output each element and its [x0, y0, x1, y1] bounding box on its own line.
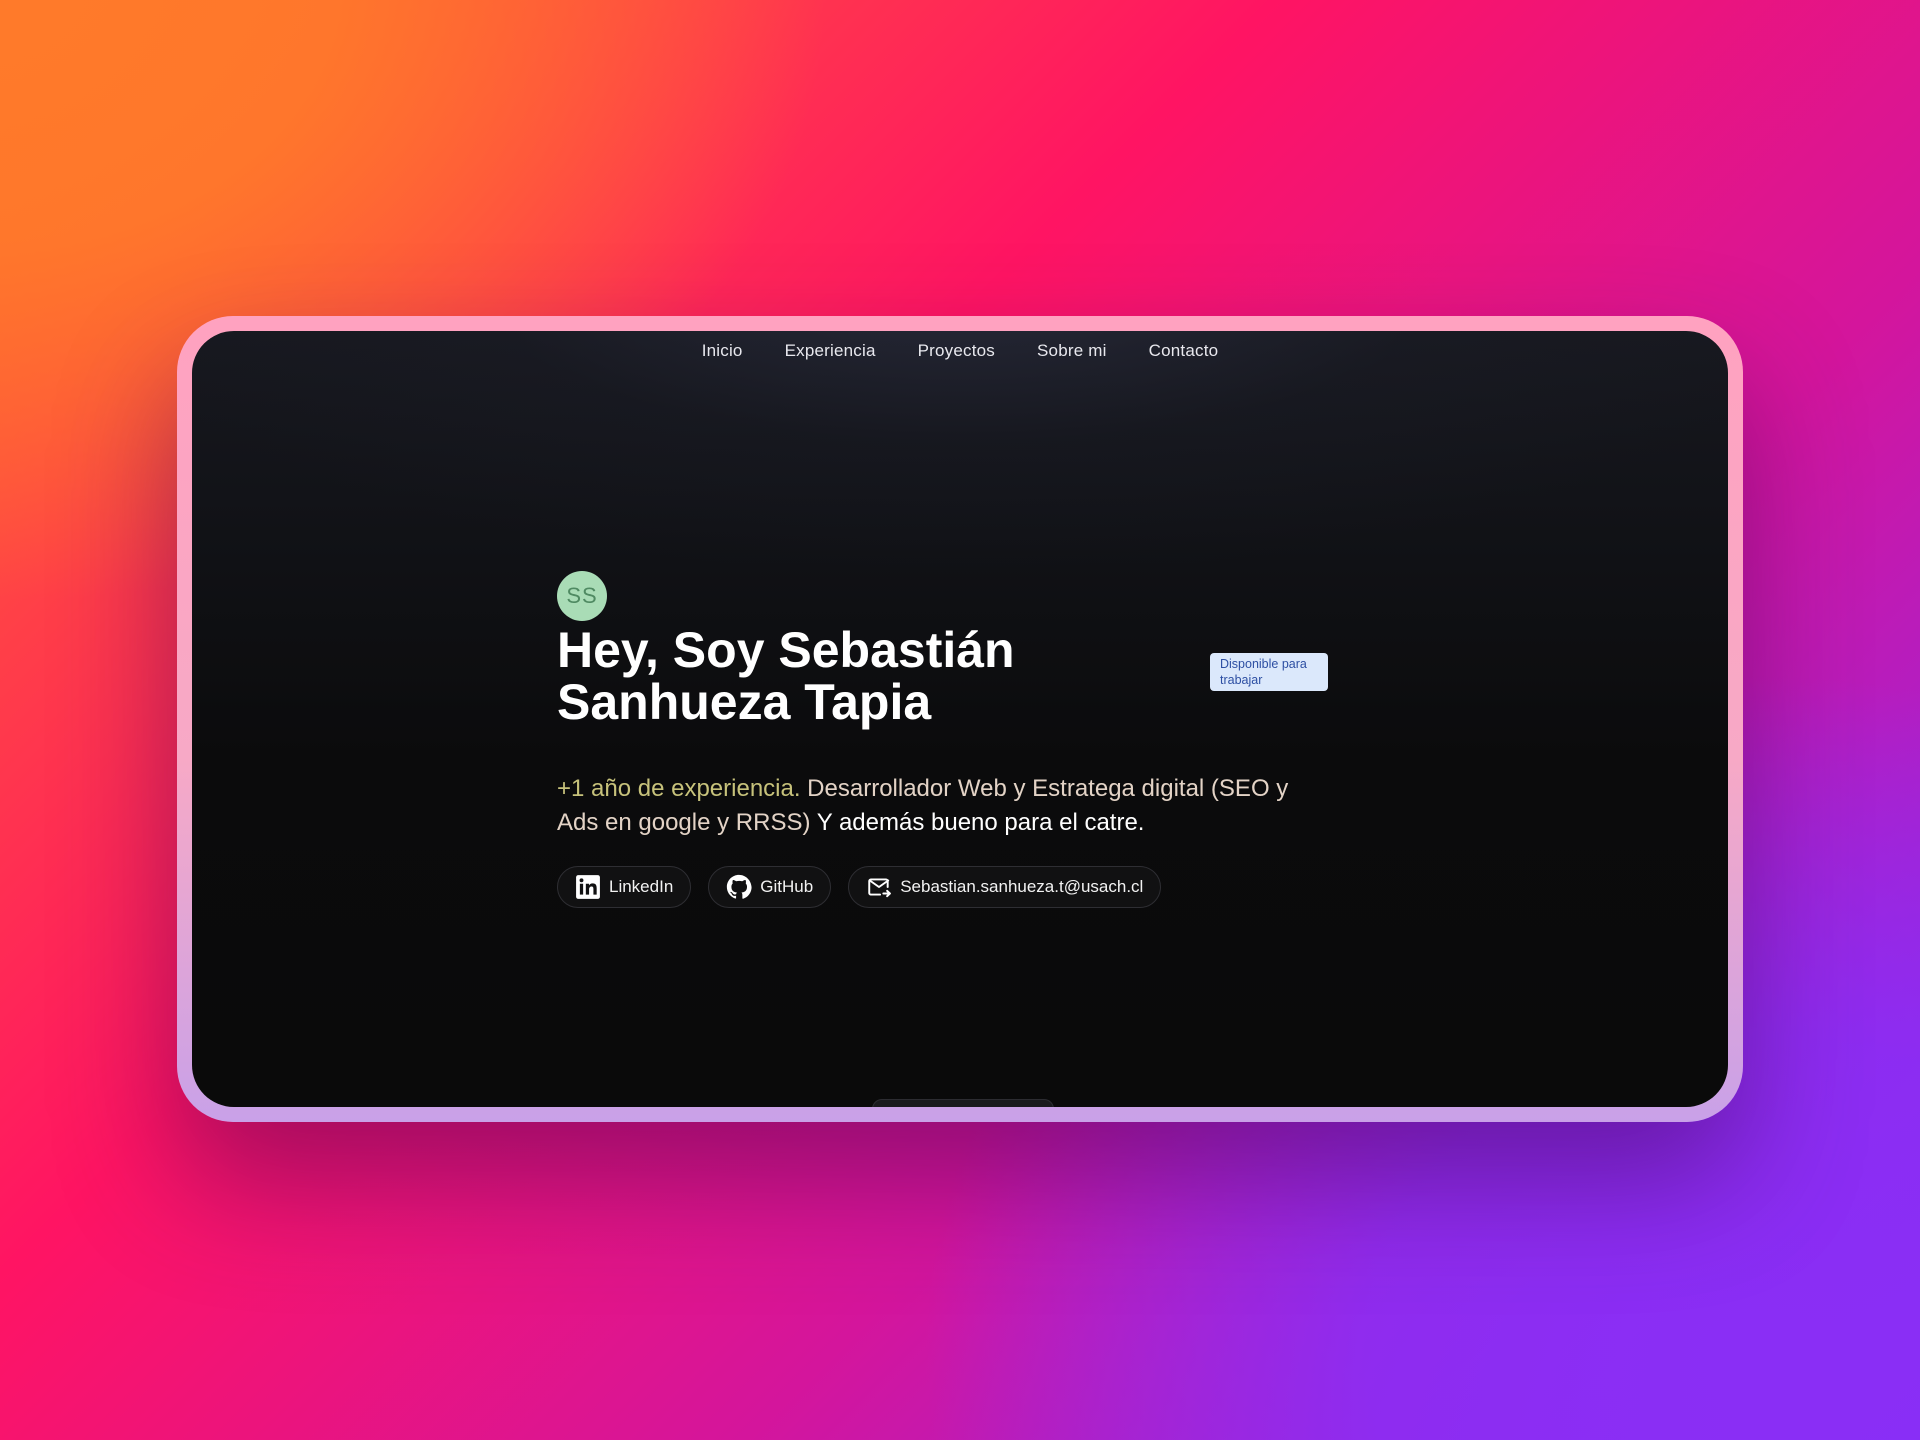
avatar: SS [557, 571, 607, 621]
nav-inicio[interactable]: Inicio [702, 341, 743, 361]
bottom-dock-tab[interactable] [872, 1099, 1054, 1107]
email-button[interactable]: Sebastian.sanhueza.t@usach.cl [848, 866, 1162, 908]
top-navigation: Inicio Experiencia Proyectos Sobre mi Co… [192, 341, 1728, 361]
github-button[interactable]: GitHub [708, 866, 832, 908]
github-icon [726, 874, 752, 900]
linkedin-icon [575, 874, 601, 900]
mail-icon [866, 874, 892, 900]
availability-badge: Disponible para trabajar [1210, 653, 1328, 691]
email-label: Sebastian.sanhueza.t@usach.cl [900, 877, 1144, 896]
nav-sobre-mi[interactable]: Sobre mi [1037, 341, 1107, 361]
linkedin-label: LinkedIn [609, 877, 674, 896]
page-title: Hey, Soy Sebastián Sanhueza Tapia [557, 622, 1015, 730]
nav-experiencia[interactable]: Experiencia [785, 341, 876, 361]
extra-description: Y además bueno para el catre. [810, 809, 1145, 836]
hero-section: SS Hey, Soy Sebastián Sanhueza Tapia Dis… [557, 571, 1377, 908]
website-screen: Inicio Experiencia Proyectos Sobre mi Co… [192, 331, 1728, 1107]
github-label: GitHub [760, 877, 814, 896]
experience-highlight: +1 año de experiencia. [557, 775, 801, 802]
device-frame: Inicio Experiencia Proyectos Sobre mi Co… [177, 316, 1743, 1122]
linkedin-button[interactable]: LinkedIn [557, 866, 692, 908]
nav-proyectos[interactable]: Proyectos [918, 341, 995, 361]
social-links: LinkedIn GitHub Sebastian.sanhueza.t@usa… [557, 866, 1377, 908]
hero-description: +1 año de experiencia. Desarrollador Web… [557, 772, 1317, 840]
nav-contacto[interactable]: Contacto [1149, 341, 1219, 361]
